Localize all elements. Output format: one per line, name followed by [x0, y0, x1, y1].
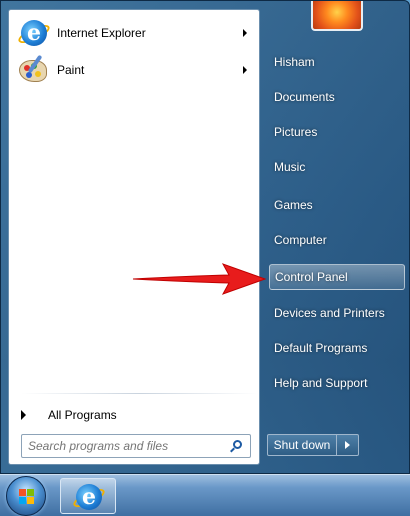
all-programs-label: All Programs — [48, 408, 117, 422]
program-label: Internet Explorer — [57, 26, 146, 40]
start-menu: e Internet Explorer Paint All Programs S… — [0, 0, 410, 474]
all-programs-button[interactable]: All Programs — [19, 402, 255, 428]
program-paint[interactable]: Paint — [13, 53, 257, 87]
right-item-documents[interactable]: Documents — [269, 84, 405, 110]
right-item-default-programs[interactable]: Default Programs — [269, 335, 405, 361]
right-item-computer[interactable]: Computer — [269, 227, 405, 253]
internet-explorer-icon: e — [16, 17, 52, 49]
windows-logo-icon — [19, 489, 35, 505]
divider — [21, 393, 257, 394]
right-item-user[interactable]: Hisham — [269, 49, 405, 75]
shutdown-options-button[interactable] — [337, 434, 359, 456]
start-button[interactable] — [6, 476, 46, 516]
search-box[interactable] — [21, 434, 251, 458]
taskbar-internet-explorer[interactable]: e — [60, 478, 116, 514]
right-item-pictures[interactable]: Pictures — [269, 119, 405, 145]
paint-icon — [17, 54, 49, 86]
right-triangle-icon — [21, 410, 26, 420]
annotation-arrow-icon — [132, 263, 267, 295]
programs-panel: e Internet Explorer Paint All Programs — [8, 9, 260, 465]
right-item-help-and-support[interactable]: Help and Support — [269, 370, 405, 396]
submenu-arrow-icon[interactable] — [243, 66, 247, 74]
right-item-control-panel[interactable]: Control Panel — [269, 264, 405, 290]
program-label: Paint — [57, 63, 85, 77]
right-item-games[interactable]: Games — [269, 192, 405, 218]
search-icon[interactable] — [230, 440, 242, 453]
right-item-music[interactable]: Music — [269, 154, 405, 180]
shutdown-button[interactable]: Shut down — [267, 434, 337, 456]
search-input[interactable] — [22, 439, 222, 453]
program-internet-explorer[interactable]: e Internet Explorer — [13, 16, 257, 50]
submenu-arrow-icon[interactable] — [243, 29, 247, 37]
right-item-devices-and-printers[interactable]: Devices and Printers — [269, 300, 405, 326]
user-picture[interactable] — [311, 1, 363, 31]
